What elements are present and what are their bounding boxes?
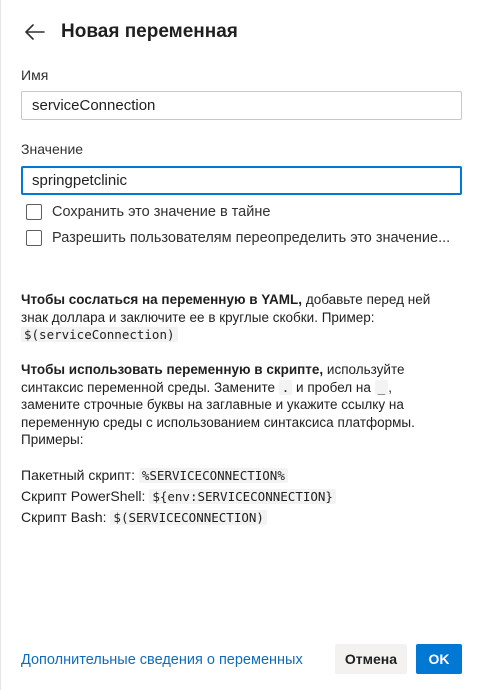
example-bash-label: Скрипт Bash:	[21, 509, 107, 525]
script-info-body-2: и пробел на	[292, 379, 375, 395]
dot-code: .	[278, 379, 293, 395]
name-label: Имя	[21, 67, 49, 83]
example-batch-code: %SERVICECONNECTION%	[138, 468, 288, 483]
allow-override-option[interactable]: Разрешить пользователям переопределить э…	[26, 230, 450, 246]
allow-override-checkbox[interactable]	[26, 230, 42, 246]
keep-secret-option[interactable]: Сохранить это значение в тайне	[26, 204, 270, 220]
example-batch: Пакетный скрипт: %SERVICECONNECTION%	[21, 465, 336, 486]
example-powershell-code: ${env:SERVICECONNECTION}	[149, 489, 336, 504]
underscore-code: _	[374, 379, 389, 395]
arrow-left-icon	[25, 24, 45, 40]
learn-more-link[interactable]: Дополнительные сведения о переменных	[21, 652, 303, 668]
keep-secret-label: Сохранить это значение в тайне	[52, 204, 271, 220]
example-bash: Скрипт Bash: $(SERVICECONNECTION)	[21, 507, 336, 528]
examples-list: Пакетный скрипт: %SERVICECONNECTION% Скр…	[21, 465, 336, 528]
new-variable-panel: Новая переменная Имя Значение Сохранить …	[0, 0, 478, 690]
allow-override-label: Разрешить пользователям переопределить э…	[52, 230, 451, 246]
panel-header: Новая переменная	[21, 18, 238, 46]
example-batch-label: Пакетный скрипт:	[21, 467, 135, 483]
value-field[interactable]	[21, 166, 462, 195]
name-field[interactable]	[21, 91, 462, 120]
back-button[interactable]	[21, 18, 49, 46]
panel-footer: Дополнительные сведения о переменных Отм…	[1, 640, 478, 680]
cancel-button[interactable]: Отмена	[335, 644, 407, 674]
example-powershell: Скрипт PowerShell: ${env:SERVICECONNECTI…	[21, 486, 336, 507]
yaml-example-code: $(serviceConnection)	[21, 327, 178, 342]
example-bash-code: $(SERVICECONNECTION)	[110, 510, 267, 525]
ok-button[interactable]: OK	[416, 644, 462, 674]
yaml-info-heading: Чтобы сослаться на переменную в YAML,	[21, 292, 303, 307]
example-powershell-label: Скрипт PowerShell:	[21, 488, 146, 504]
page-title: Новая переменная	[61, 21, 238, 42]
keep-secret-checkbox[interactable]	[26, 204, 42, 220]
yaml-info-text: Чтобы сослаться на переменную в YAML, до…	[21, 291, 441, 344]
value-label: Значение	[21, 141, 84, 157]
script-info-text: Чтобы использовать переменную в скрипте,…	[21, 361, 441, 449]
script-info-heading: Чтобы использовать переменную в скрипте,	[21, 362, 324, 377]
